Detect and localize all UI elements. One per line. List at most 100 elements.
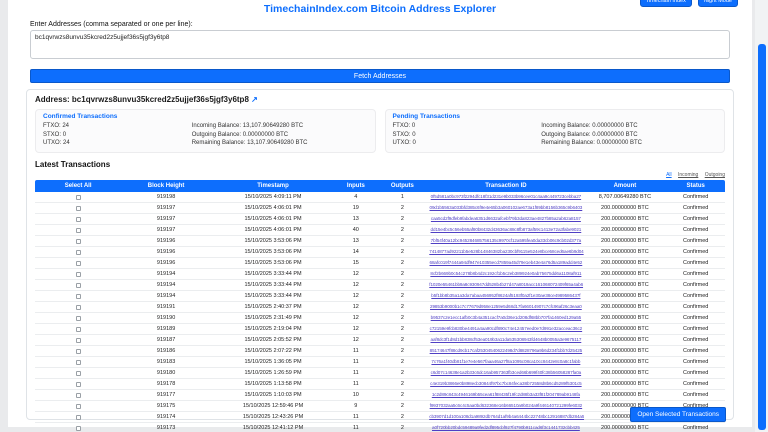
select-checkbox[interactable]: [76, 393, 81, 398]
fetch-addresses-button[interactable]: Fetch Addresses: [30, 69, 730, 83]
inputs-cell: 4: [335, 192, 376, 203]
transaction-id-cell: 7bf54f40a12bc945284685756135c9970cf12a59…: [428, 236, 583, 247]
transaction-id-link[interactable]: f9937032aa5c6c4c5aa0bd632368e16b66510a9b…: [430, 403, 583, 408]
select-checkbox[interactable]: [76, 415, 81, 420]
transaction-id-link[interactable]: f1020e55461bb9a8c930947dd528b4b27d47a801…: [429, 282, 583, 287]
nav-button-timechain-index[interactable]: Timechain Index: [640, 0, 692, 7]
inputs-cell: 12: [335, 269, 376, 280]
transaction-id-link[interactable]: c4e319b3866e0b898ecb30844f97bc7bc84feca3…: [430, 381, 581, 386]
transaction-row: 91919415/10/2025 3:33:44 PM122b5f1bb8b35…: [35, 291, 725, 302]
select-checkbox[interactable]: [76, 371, 81, 376]
select-checkbox[interactable]: [76, 283, 81, 288]
timestamp-cell: 15/10/2025 2:40:37 PM: [211, 302, 335, 313]
amount-cell: 200.00000000 BTC: [584, 357, 667, 368]
scrollbar-thumb[interactable]: [758, 44, 766, 430]
transaction-id-link[interactable]: c72159e9fcb830be4491a4aa90cdf890c74e1245…: [430, 326, 583, 331]
outputs-cell: 2: [377, 357, 429, 368]
select-checkbox[interactable]: [76, 316, 81, 321]
block-height-cell: 919196: [121, 236, 211, 247]
external-link-icon[interactable]: ↗: [251, 95, 258, 104]
filter-all-link[interactable]: All: [666, 172, 672, 178]
block-height-cell: 919183: [121, 357, 211, 368]
transaction-row: 91919015/10/2025 2:31:49 PM122b9537c2e1e…: [35, 313, 725, 324]
transaction-id-cell: 7c76a1f40db81f1e7e4e567faaa46a27f8a1095c…: [428, 357, 583, 368]
transaction-id-link[interactable]: 7414877ad92211b5e528b14846382ba230cbf911…: [429, 249, 583, 254]
transaction-id-link[interactable]: b5f1bb8b35a1a3da7abaa456952f8624af5193f0…: [431, 293, 580, 298]
select-checkbox[interactable]: [76, 382, 81, 387]
nav-button-night-mode[interactable]: Night Mode: [698, 0, 738, 7]
select-cell: [35, 313, 121, 324]
outgoing-balance-label: Outgoing Balance:: [541, 132, 590, 138]
inputs-cell: 12: [335, 302, 376, 313]
transaction-id-link[interactable]: b9537c2e1ecc1afb0c3b4a351cacf7a0d36e1d20…: [431, 315, 581, 320]
transaction-id-link[interactable]: cb3907d1d100a108d1a9892db764d1af9b4a6444…: [429, 414, 583, 419]
transaction-id-link[interactable]: 29853b9000b1c7c77679d958e1259e5d68d17fa6…: [430, 304, 582, 309]
select-checkbox[interactable]: [76, 327, 81, 332]
select-checkbox[interactable]: [76, 239, 81, 244]
transaction-id-link[interactable]: c6d07c14638e1a2b33c6dc16ab957363fb3ced66…: [431, 370, 581, 375]
transaction-row: 91919615/10/2025 3:53:06 PM1427414877ad9…: [35, 247, 725, 258]
address-heading: Address: bc1qvrwzs8unvu35kcred2z5ujjef36…: [35, 95, 725, 104]
amount-cell: 200.00000000 BTC: [584, 390, 667, 401]
timestamp-cell: 15/10/2025 3:33:44 PM: [211, 291, 335, 302]
outputs-cell: 2: [377, 203, 429, 214]
block-height-cell: 919196: [121, 247, 211, 258]
transaction-id-link[interactable]: aaf8dc3f1d8d1bb838cf53ea019b3a11da535308…: [430, 337, 581, 342]
transaction-id-link[interactable]: 8cf2b669b0c54c278b8b4d2c192cf1b5c2eb3899…: [430, 271, 581, 276]
select-cell: [35, 412, 121, 423]
transaction-id-cell: b9537c2e1ecc1afb0c3b4a351cacf7a0d36e1d20…: [428, 313, 583, 324]
timestamp-cell: 15/10/2025 1:13:58 PM: [211, 379, 335, 390]
transaction-id-link[interactable]: 85174647f88cd9cb17caf25304540622498d7d88…: [430, 348, 583, 353]
timestamp-cell: 15/10/2025 2:05:52 PM: [211, 335, 335, 346]
select-checkbox[interactable]: [76, 360, 81, 365]
select-checkbox[interactable]: [76, 228, 81, 233]
inputs-cell: 10: [335, 390, 376, 401]
select-cell: [35, 236, 121, 247]
inputs-cell: 12: [335, 280, 376, 291]
transaction-id-link[interactable]: caa5cd2f9dfeb9fabdea6351d6632afcebf79b3d…: [431, 216, 581, 221]
transaction-id-link[interactable]: 68afc019f7444a94df947e10355ecd7859a45d79…: [430, 260, 583, 265]
transaction-id-link[interactable]: a0f720bb20bdc59489a9fed2df895cbf927f4790…: [432, 425, 580, 430]
select-checkbox[interactable]: [76, 217, 81, 222]
select-checkbox[interactable]: [76, 305, 81, 310]
amount-cell: 200.00000000 BTC: [584, 236, 667, 247]
transaction-id-cell: 29853b9000b1c7c77679d958e1259e5d68d17fa6…: [428, 302, 583, 313]
select-checkbox[interactable]: [76, 250, 81, 255]
status-cell: Confirmed: [666, 313, 725, 324]
col-select-all[interactable]: Select All: [35, 180, 121, 192]
select-checkbox[interactable]: [76, 206, 81, 211]
transaction-id-link[interactable]: 7c76a1f40db81f1e7e4e567faaa46a27f8a1095c…: [431, 359, 580, 364]
transaction-row: 91918015/10/2025 1:26:59 PM112c6d07c1463…: [35, 368, 725, 379]
select-checkbox[interactable]: [76, 404, 81, 409]
outputs-cell: 2: [377, 258, 429, 269]
transaction-row: 91919815/10/2025 4:09:11 PM410f5d581a0bc…: [35, 192, 725, 203]
transaction-id-link[interactable]: 7bf54f40a12bc945284685756135c9970cf12a59…: [431, 238, 581, 243]
transaction-id-link[interactable]: dd15e4bc5c56eb55af80b8432d43636ac88c8fb8…: [431, 227, 582, 232]
addresses-textarea[interactable]: bc1qvrwzs8unvu35kcred2z5ujjef36s5jgf3y6t…: [30, 30, 730, 59]
select-checkbox[interactable]: [76, 349, 81, 354]
transaction-id-link[interactable]: 09d1b5563a033bfd385c6f9e4e65b3a060102ae6…: [430, 205, 583, 210]
select-cell: [35, 423, 121, 432]
select-checkbox[interactable]: [76, 272, 81, 277]
confirmed-outgoing: Outgoing Balance: 0.00000000 BTC: [192, 131, 308, 140]
select-checkbox[interactable]: [76, 195, 81, 200]
filter-incoming-link[interactable]: Incoming: [678, 172, 698, 178]
transaction-id-cell: caa5cd2f9dfeb9fabdea6351d6632afcebf79b3d…: [428, 214, 583, 225]
select-checkbox[interactable]: [76, 261, 81, 266]
transaction-id-link[interactable]: 0f5d581a0bc973f2294dfc18f31d231e9b033b96…: [431, 194, 581, 199]
open-selected-transactions-button[interactable]: Open Selected Transactions: [630, 407, 726, 422]
filter-outgoing-link[interactable]: Outgoing: [705, 172, 725, 178]
select-checkbox[interactable]: [76, 426, 81, 431]
transaction-row: 91919415/10/2025 3:33:44 PM122f1020e5546…: [35, 280, 725, 291]
col-outputs: Outputs: [377, 180, 429, 192]
select-cell: [35, 390, 121, 401]
transaction-row: 91919415/10/2025 3:33:44 PM1228cf2b669b0…: [35, 269, 725, 280]
block-height-cell: 919198: [121, 192, 211, 203]
transaction-id-cell: dd15e4bc5c56eb55af80b8432d43636ac88c8fb8…: [428, 225, 583, 236]
scrollbar-track[interactable]: [755, 0, 768, 432]
col-timestamp: Timestamp: [211, 180, 335, 192]
select-checkbox[interactable]: [76, 294, 81, 299]
select-checkbox[interactable]: [76, 338, 81, 343]
status-cell: Confirmed: [666, 324, 725, 335]
transaction-id-link[interactable]: 1c2d89c843c4946169b55cea61f88435f19fc2d8…: [432, 392, 580, 397]
